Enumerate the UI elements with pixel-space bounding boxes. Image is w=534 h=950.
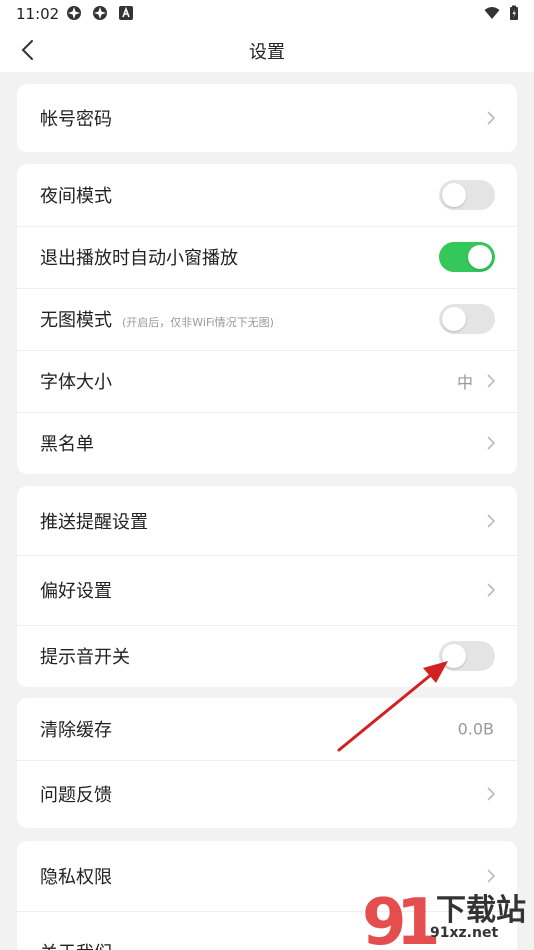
display-section: 夜间模式 退出播放时自动小窗播放 无图模式 (开启后，仅非WiFi情况下无图) 字… (17, 164, 517, 474)
watermark-brand: 下载站 (436, 893, 526, 928)
no-image-mode-toggle[interactable] (439, 304, 495, 334)
setting-label: 夜间模式 (40, 186, 112, 207)
setting-label: 字体大小 (40, 372, 112, 393)
setting-label: 清除缓存 (40, 720, 112, 741)
setting-label: 帐号密码 (40, 109, 112, 130)
notification-section: 推送提醒设置 偏好设置 提示音开关 (17, 486, 517, 687)
setting-label: 无图模式 (开启后，仅非WiFi情况下无图) (40, 306, 274, 332)
setting-row-clear-cache[interactable]: 清除缓存 0.0B (17, 698, 517, 760)
setting-label-text: 无图模式 (40, 310, 112, 331)
toggle-knob (442, 183, 466, 207)
setting-label: 推送提醒设置 (40, 511, 148, 533)
setting-row-preferences[interactable]: 偏好设置 (17, 555, 517, 625)
setting-label: 问题反馈 (40, 785, 112, 806)
account-section: 帐号密码 (17, 84, 517, 152)
chevron-right-icon (487, 787, 496, 801)
cache-size-value: 0.0B (457, 719, 494, 739)
chevron-right-icon (487, 583, 496, 597)
chevron-right-icon (487, 374, 496, 388)
toggle-knob (468, 245, 492, 269)
setting-label: 关于我们 (40, 939, 112, 950)
font-size-value: 中 (456, 373, 473, 392)
chevron-right-icon (487, 513, 496, 528)
setting-row-account-password[interactable]: 帐号密码 (17, 84, 517, 152)
setting-hint: (开启后，仅非WiFi情况下无图) (122, 316, 274, 329)
notification-app-icon-2 (93, 6, 107, 20)
setting-label: 退出播放时自动小窗播放 (40, 248, 238, 269)
setting-label: 偏好设置 (40, 581, 112, 602)
sound-switch-toggle[interactable] (439, 641, 495, 671)
setting-label: 黑名单 (40, 434, 94, 455)
setting-row-push-reminder[interactable]: 推送提醒设置 (17, 486, 517, 555)
setting-row-blacklist[interactable]: 黑名单 (17, 412, 517, 474)
status-time: 11:02 (16, 5, 60, 23)
setting-row-auto-mini-window[interactable]: 退出播放时自动小窗播放 (17, 226, 517, 288)
wifi-icon (484, 7, 500, 19)
setting-label: 隐私权限 (40, 867, 112, 888)
page-title: 设置 (249, 42, 285, 63)
setting-row-no-image-mode[interactable]: 无图模式 (开启后，仅非WiFi情况下无图) (17, 288, 517, 350)
storage-section: 清除缓存 0.0B 问题反馈 (17, 698, 517, 828)
setting-label: 提示音开关 (40, 647, 130, 668)
setting-row-font-size[interactable]: 字体大小 中 (17, 350, 517, 412)
status-bar: 11:02 (0, 0, 534, 28)
setting-row-feedback[interactable]: 问题反馈 (17, 760, 517, 828)
night-mode-toggle[interactable] (439, 180, 495, 210)
watermark-site: 91xz.net (430, 925, 499, 941)
top-navigation-bar: 设置 (0, 28, 534, 72)
setting-row-sound-switch[interactable]: 提示音开关 (17, 625, 517, 687)
notification-app-icon (67, 6, 81, 20)
chevron-right-icon (487, 436, 496, 450)
battery-icon (510, 5, 518, 20)
auto-mini-window-toggle[interactable] (439, 242, 495, 272)
toggle-knob (442, 307, 466, 331)
chevron-right-icon (487, 111, 496, 125)
notification-a-icon (119, 6, 133, 20)
toggle-knob (442, 644, 466, 668)
setting-row-night-mode[interactable]: 夜间模式 (17, 164, 517, 226)
